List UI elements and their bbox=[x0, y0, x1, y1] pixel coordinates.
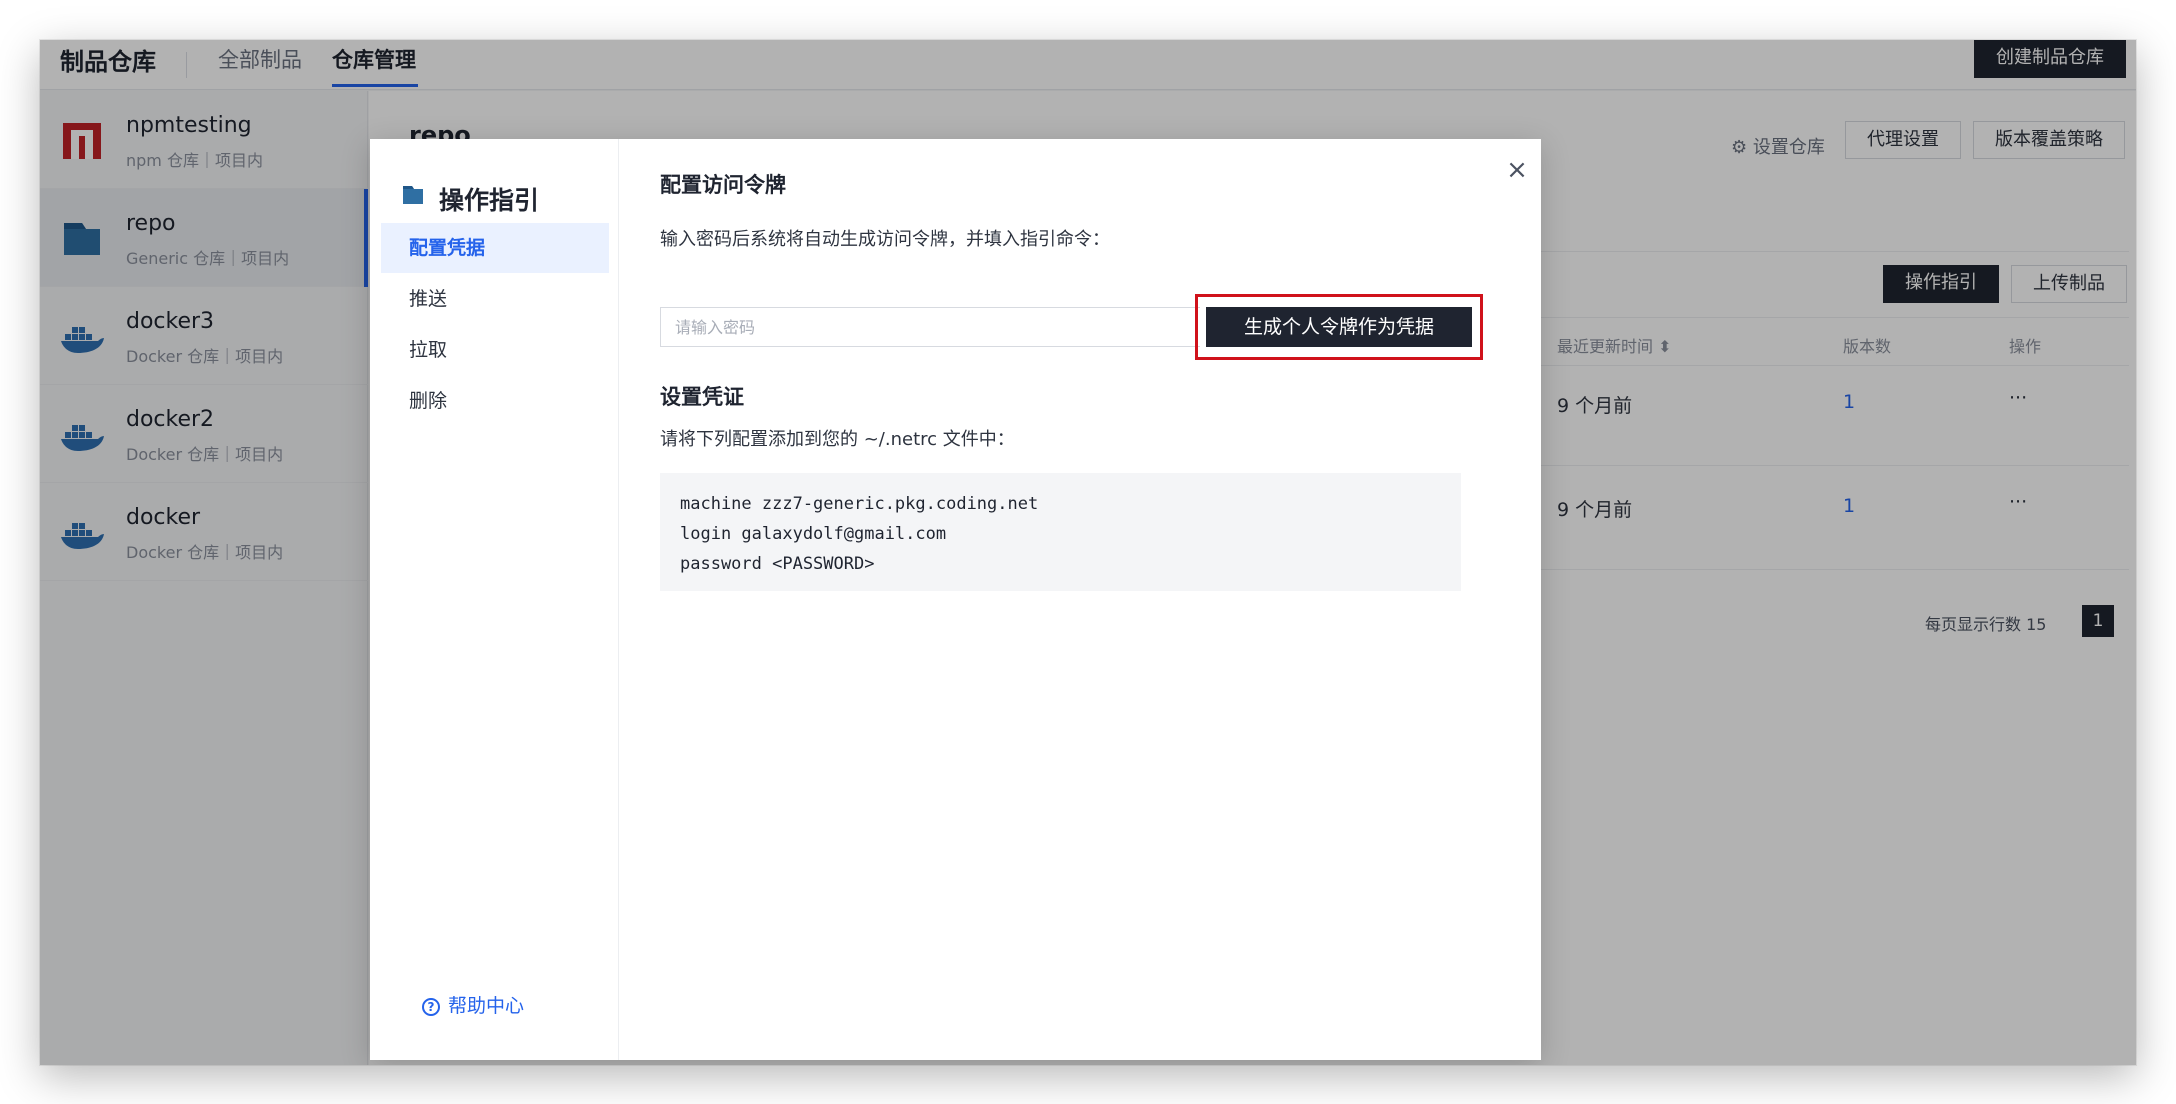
token-section-description: 输入密码后系统将自动生成访问令牌，并填入指引命令： bbox=[660, 229, 1110, 250]
modal-side-nav: 操作指引 配置凭据 推送 拉取 删除 ? 帮助中心 bbox=[370, 139, 619, 1060]
code-line: login galaxydolf@gmail.com bbox=[680, 524, 947, 544]
folder-icon bbox=[403, 186, 423, 204]
app-window: 制品仓库 全部制品 仓库管理 创建制品仓库 npmtesting npm 仓库｜… bbox=[40, 40, 2136, 1065]
help-center-link[interactable]: ? 帮助中心 bbox=[422, 991, 524, 1018]
help-center-label: 帮助中心 bbox=[448, 995, 525, 1017]
modal-content: × 配置访问令牌 输入密码后系统将自动生成访问令牌，并填入指引命令： 生成个人令… bbox=[620, 139, 1541, 1060]
nav-configure-credentials[interactable]: 配置凭据 bbox=[381, 223, 609, 273]
close-icon[interactable]: × bbox=[1500, 153, 1534, 187]
nav-delete[interactable]: 删除 bbox=[381, 376, 609, 426]
netrc-code-block[interactable]: machine zzz7-generic.pkg.coding.net logi… bbox=[660, 473, 1461, 591]
code-line: machine zzz7-generic.pkg.coding.net bbox=[680, 494, 1039, 514]
credential-section-title: 设置凭证 bbox=[660, 385, 744, 409]
help-icon: ? bbox=[422, 998, 440, 1016]
password-input[interactable] bbox=[660, 307, 1200, 347]
token-section-title: 配置访问令牌 bbox=[660, 173, 786, 197]
nav-push[interactable]: 推送 bbox=[381, 274, 609, 324]
highlight-annotation bbox=[1195, 294, 1483, 360]
nav-pull[interactable]: 拉取 bbox=[381, 325, 609, 375]
modal-title: 操作指引 bbox=[439, 186, 540, 215]
code-line: password <PASSWORD> bbox=[680, 554, 875, 574]
guide-modal: 操作指引 配置凭据 推送 拉取 删除 ? 帮助中心 × 配置访问令牌 输入密码后系… bbox=[370, 139, 1541, 1060]
screenshot-canvas: 制品仓库 全部制品 仓库管理 创建制品仓库 npmtesting npm 仓库｜… bbox=[0, 0, 2176, 1104]
credential-section-description: 请将下列配置添加到您的 ~/.netrc 文件中： bbox=[660, 429, 1015, 450]
